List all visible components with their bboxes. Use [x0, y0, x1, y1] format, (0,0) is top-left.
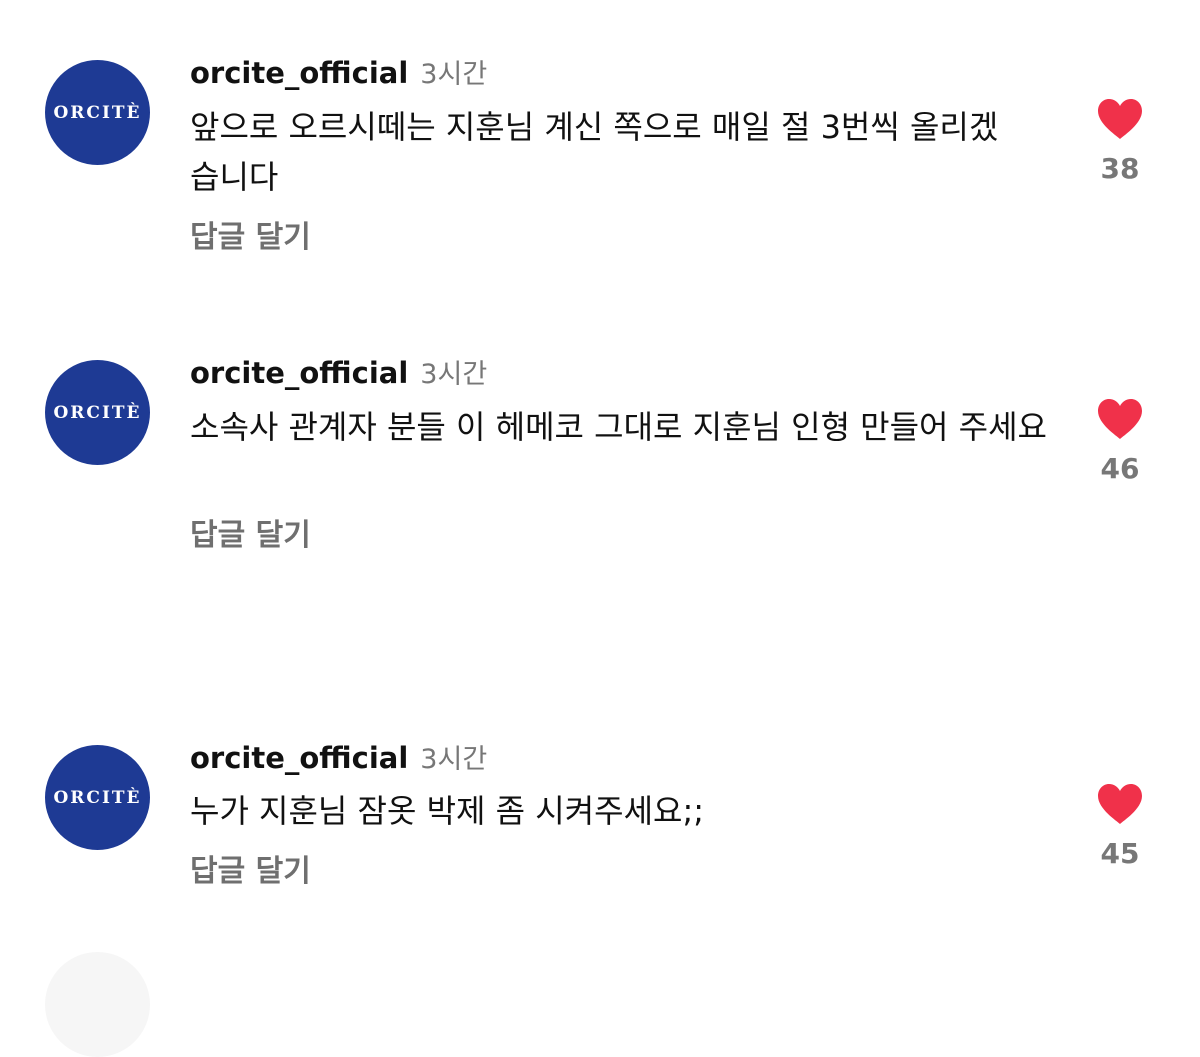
avatar[interactable]: ORCITÈ [45, 360, 150, 465]
avatar[interactable]: ORCITÈ [45, 60, 150, 165]
comment-meta: orcite_official 3시간 [190, 52, 487, 91]
reply-button[interactable]: 답글 달기 [190, 846, 311, 890]
timestamp: 3시간 [420, 744, 488, 775]
avatar-logo-text: ORCITÈ [53, 787, 142, 808]
avatar-logo-text: ORCITÈ [53, 402, 142, 423]
reply-button[interactable]: 답글 달기 [190, 212, 311, 256]
avatar[interactable] [45, 952, 150, 1057]
heart-icon[interactable] [1096, 783, 1144, 825]
like-count: 45 [1100, 837, 1140, 870]
like-section: 45 [1096, 783, 1144, 870]
comment-meta: orcite_official 3시간 [190, 737, 487, 776]
like-count: 38 [1100, 152, 1140, 185]
comment-meta: orcite_official 3시간 [190, 352, 487, 391]
like-count: 46 [1100, 452, 1140, 485]
timestamp: 3시간 [420, 359, 488, 390]
heart-icon[interactable] [1096, 398, 1144, 440]
like-section: 38 [1096, 98, 1144, 185]
avatar[interactable]: ORCITÈ [45, 745, 150, 850]
comment-text: 누가 지훈님 잠옷 박제 좀 시켜주세요;; [190, 792, 705, 830]
username[interactable]: orcite_official [190, 56, 408, 90]
username[interactable]: orcite_official [190, 741, 408, 775]
reply-button[interactable]: 답글 달기 [190, 510, 311, 554]
comment-text: 소속사 관계자 분들 이 헤메코 그대로 지훈님 인형 만들어 주세요 [190, 408, 1047, 446]
heart-icon[interactable] [1096, 98, 1144, 140]
avatar-logo-text: ORCITÈ [53, 102, 142, 123]
timestamp: 3시간 [420, 59, 488, 90]
comment-text: 앞으로 오르시떼는 지훈님 계신 쪽으로 매일 절 3번씩 올리겠습니다 [190, 108, 999, 196]
like-section: 46 [1096, 398, 1144, 485]
username[interactable]: orcite_official [190, 356, 408, 390]
